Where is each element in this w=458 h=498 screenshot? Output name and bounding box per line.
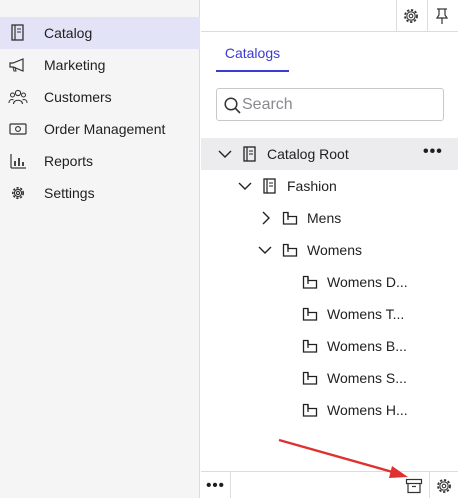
- tree-node-womens[interactable]: Womens: [201, 234, 458, 266]
- tree-label-catalog-root: Catalog Root: [267, 146, 349, 162]
- archive-button[interactable]: [399, 472, 428, 498]
- nav-item-marketing[interactable]: Marketing: [0, 49, 200, 81]
- category-folder-icon: [302, 339, 318, 353]
- tree-node-fashion[interactable]: Fashion: [201, 170, 458, 202]
- tree-label-fashion: Fashion: [287, 178, 337, 194]
- tree-node-subcategory[interactable]: Womens D...: [201, 266, 458, 298]
- panel-settings-button[interactable]: [396, 0, 425, 32]
- nav-label-order-management: Order Management: [44, 121, 166, 137]
- category-folder-icon: [302, 403, 318, 417]
- chevron-down-icon[interactable]: [218, 147, 232, 161]
- tab-active-indicator: [216, 70, 289, 72]
- catalog-panel: Catalogs Catalog Root •••: [201, 0, 458, 498]
- pin-icon: [435, 8, 449, 24]
- chevron-down-icon[interactable]: [258, 243, 272, 257]
- tree-label-subcategory: Womens T...: [327, 306, 405, 322]
- gear-icon: [404, 9, 418, 23]
- gear-icon: [437, 478, 451, 493]
- catalog-book-icon: [263, 178, 276, 194]
- search-icon: [224, 97, 241, 114]
- divider: [230, 472, 231, 498]
- money-icon: [9, 123, 27, 135]
- category-folder-icon: [302, 371, 318, 385]
- megaphone-icon: [9, 58, 24, 72]
- search-box: [216, 88, 444, 121]
- nav-item-customers[interactable]: Customers: [0, 81, 200, 113]
- category-folder-icon: [282, 243, 298, 257]
- nav-item-settings[interactable]: Settings: [0, 177, 200, 209]
- tree-node-subcategory[interactable]: Womens T...: [201, 298, 458, 330]
- nav-item-reports[interactable]: Reports: [0, 145, 200, 177]
- catalog-book-icon: [11, 24, 24, 41]
- archive-box-icon: [405, 478, 422, 493]
- more-actions-button[interactable]: •••: [201, 472, 230, 498]
- tree-node-subcategory[interactable]: Womens B...: [201, 330, 458, 362]
- tree-node-subcategory[interactable]: Womens H...: [201, 394, 458, 426]
- tree-label-subcategory: Womens B...: [327, 338, 407, 354]
- panel-topbar: [201, 0, 458, 32]
- catalog-book-icon: [243, 146, 256, 162]
- tree-label-subcategory: Womens H...: [327, 402, 408, 418]
- panel-bottombar: •••: [201, 471, 458, 498]
- bar-chart-icon: [10, 154, 26, 169]
- pin-panel-button[interactable]: [427, 0, 456, 32]
- nav-item-catalog[interactable]: Catalog: [0, 17, 200, 49]
- nav-item-order-management[interactable]: Order Management: [0, 113, 200, 145]
- nav-label-catalog: Catalog: [44, 25, 93, 41]
- gear-icon: [12, 187, 24, 199]
- tree-label-womens: Womens: [307, 242, 362, 258]
- tree-node-mens[interactable]: Mens: [201, 202, 458, 234]
- tree-node-catalog-root[interactable]: Catalog Root •••: [201, 138, 458, 170]
- tree-label-subcategory: Womens D...: [327, 274, 408, 290]
- tab-catalogs[interactable]: Catalogs: [216, 40, 289, 72]
- tree-label-subcategory: Womens S...: [327, 370, 407, 386]
- more-actions-label: •••: [206, 477, 225, 494]
- more-options-button[interactable]: •••: [423, 143, 443, 161]
- category-folder-icon: [282, 211, 298, 225]
- search-input[interactable]: [242, 93, 437, 117]
- nav-label-settings: Settings: [44, 185, 95, 201]
- category-folder-icon: [302, 275, 318, 289]
- nav-label-marketing: Marketing: [44, 57, 106, 73]
- left-navigation: Catalog Marketing Customers Order Manage…: [0, 0, 200, 498]
- bottom-settings-button[interactable]: [429, 472, 458, 498]
- tree-label-mens: Mens: [307, 210, 342, 226]
- people-icon: [8, 89, 28, 105]
- chevron-down-icon[interactable]: [238, 179, 252, 193]
- category-folder-icon: [302, 307, 318, 321]
- chevron-right-icon[interactable]: [259, 211, 273, 225]
- nav-label-reports: Reports: [44, 153, 94, 169]
- nav-label-customers: Customers: [44, 89, 112, 105]
- tree-node-subcategory[interactable]: Womens S...: [201, 362, 458, 394]
